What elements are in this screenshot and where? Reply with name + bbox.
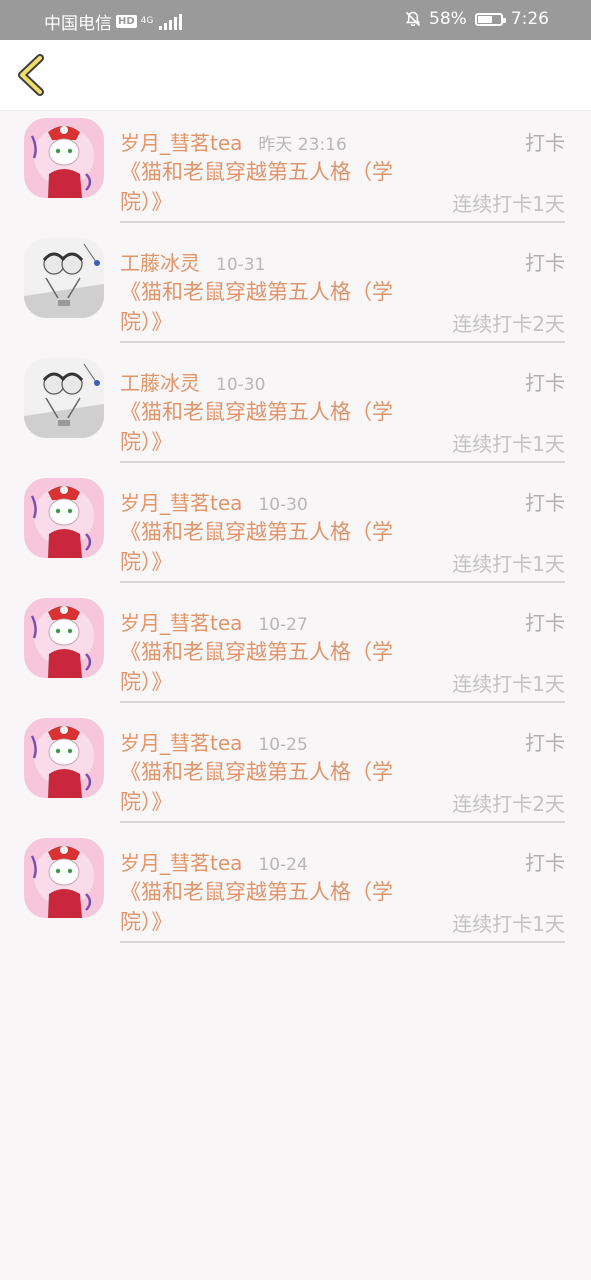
- avatar[interactable]: [24, 238, 104, 318]
- record-meta: 岁月_彗茗tea 昨天 23:16: [120, 127, 347, 156]
- streak-label: 连续打卡1天: [452, 192, 565, 216]
- checkin-label: 打卡: [525, 491, 565, 515]
- checkin-label: 打卡: [525, 851, 565, 875]
- user-name[interactable]: 工藤冰灵: [120, 367, 200, 396]
- status-bar: 中国电信 HD 4G 58% 7:26: [0, 0, 591, 40]
- book-title[interactable]: 《猫和老鼠穿越第五人格（学院）》: [120, 637, 430, 697]
- streak-label: 连续打卡1天: [452, 672, 565, 696]
- record-time: 10-30: [216, 375, 266, 395]
- network-label: 4G: [140, 16, 154, 26]
- checkin-record[interactable]: 岁月_彗茗tea 昨天 23:16 打卡《猫和老鼠穿越第五人格（学院）》 连续打卡1天: [0, 110, 591, 230]
- book-title[interactable]: 《猫和老鼠穿越第五人格（学院）》: [120, 757, 430, 817]
- avatar[interactable]: [24, 478, 104, 558]
- user-name[interactable]: 岁月_彗茗tea: [120, 487, 242, 516]
- battery-percent: 58%: [429, 9, 467, 29]
- checkin-record[interactable]: 工藤冰灵 10-30 打卡《猫和老鼠穿越第五人格（学院）》 连续打卡1天: [0, 350, 591, 470]
- streak-label: 连续打卡1天: [452, 432, 565, 456]
- checkin-label: 打卡: [525, 131, 565, 155]
- book-title[interactable]: 《猫和老鼠穿越第五人格（学院）》: [120, 517, 430, 577]
- avatar[interactable]: [24, 358, 104, 438]
- record-meta: 工藤冰灵 10-30: [120, 367, 265, 396]
- streak-label: 连续打卡1天: [452, 552, 565, 576]
- bell-muted-icon: [405, 11, 421, 27]
- avatar[interactable]: [24, 838, 104, 918]
- record-time: 昨天 23:16: [258, 135, 347, 155]
- checkin-list: 岁月_彗茗tea 昨天 23:16 打卡 《猫和老鼠穿越第五人格（学院）》 连续打卡1天…: [0, 110, 591, 950]
- divider: [120, 581, 565, 583]
- streak-label: 连续打卡1天: [452, 912, 565, 936]
- divider: [120, 701, 565, 703]
- avatar[interactable]: [24, 718, 104, 798]
- record-meta: 岁月_彗茗tea 10-27: [120, 607, 308, 636]
- user-name[interactable]: 岁月_彗茗tea: [120, 607, 242, 636]
- streak-label: 连续打卡2天: [452, 792, 565, 816]
- checkin-label: 打卡: [525, 371, 565, 395]
- avatar[interactable]: [24, 118, 104, 198]
- carrier-label: 中国电信: [44, 14, 112, 34]
- book-title[interactable]: 《猫和老鼠穿越第五人格（学院）》: [120, 157, 430, 217]
- record-time: 10-25: [258, 735, 308, 755]
- top-bar: [0, 40, 591, 111]
- record-meta: 岁月_彗茗tea 10-24: [120, 847, 308, 876]
- checkin-label: 打卡: [525, 611, 565, 635]
- checkin-label: 打卡: [525, 731, 565, 755]
- record-time: 10-31: [216, 255, 266, 275]
- record-time: 10-27: [258, 615, 308, 635]
- checkin-record[interactable]: 岁月_彗茗tea 10-27 打卡《猫和老鼠穿越第五人格（学院）》 连续打卡1天: [0, 590, 591, 710]
- divider: [120, 461, 565, 463]
- status-right: 58% 7:26: [405, 9, 549, 29]
- streak-label: 连续打卡2天: [452, 312, 565, 336]
- record-meta: 岁月_彗茗tea 10-25: [120, 727, 308, 756]
- checkin-record[interactable]: 岁月_彗茗tea 10-30 打卡《猫和老鼠穿越第五人格（学院）》 连续打卡1天: [0, 470, 591, 590]
- hd-badge: HD: [116, 15, 137, 28]
- user-name[interactable]: 岁月_彗茗tea: [120, 847, 242, 876]
- checkin-record[interactable]: 岁月_彗茗tea 10-25 打卡《猫和老鼠穿越第五人格（学院）》 连续打卡2天: [0, 710, 591, 830]
- divider: [120, 341, 565, 343]
- user-name[interactable]: 岁月_彗茗tea: [120, 727, 242, 756]
- record-meta: 岁月_彗茗tea 10-30: [120, 487, 308, 516]
- user-name[interactable]: 工藤冰灵: [120, 247, 200, 276]
- record-meta: 工藤冰灵 10-31: [120, 247, 265, 276]
- signal-icon: [159, 13, 183, 30]
- chevron-left-icon[interactable]: [14, 53, 48, 97]
- divider: [120, 941, 565, 943]
- book-title[interactable]: 《猫和老鼠穿越第五人格（学院）》: [120, 877, 430, 937]
- checkin-label: 打卡: [525, 251, 565, 275]
- status-left: 中国电信 HD 4G: [44, 9, 183, 34]
- record-time: 10-30: [258, 495, 308, 515]
- user-name[interactable]: 岁月_彗茗tea: [120, 127, 242, 156]
- battery-icon: [474, 12, 506, 26]
- record-time: 10-24: [258, 855, 308, 875]
- clock: 7:26: [510, 9, 549, 29]
- book-title[interactable]: 《猫和老鼠穿越第五人格（学院）》: [120, 397, 430, 457]
- book-title[interactable]: 《猫和老鼠穿越第五人格（学院）》: [120, 277, 430, 337]
- avatar[interactable]: [24, 598, 104, 678]
- divider: [120, 821, 565, 823]
- checkin-record[interactable]: 工藤冰灵 10-31 打卡《猫和老鼠穿越第五人格（学院）》 连续打卡2天: [0, 230, 591, 350]
- divider: [120, 221, 565, 223]
- checkin-record[interactable]: 岁月_彗茗tea 10-24 打卡《猫和老鼠穿越第五人格（学院）》 连续打卡1天: [0, 830, 591, 950]
